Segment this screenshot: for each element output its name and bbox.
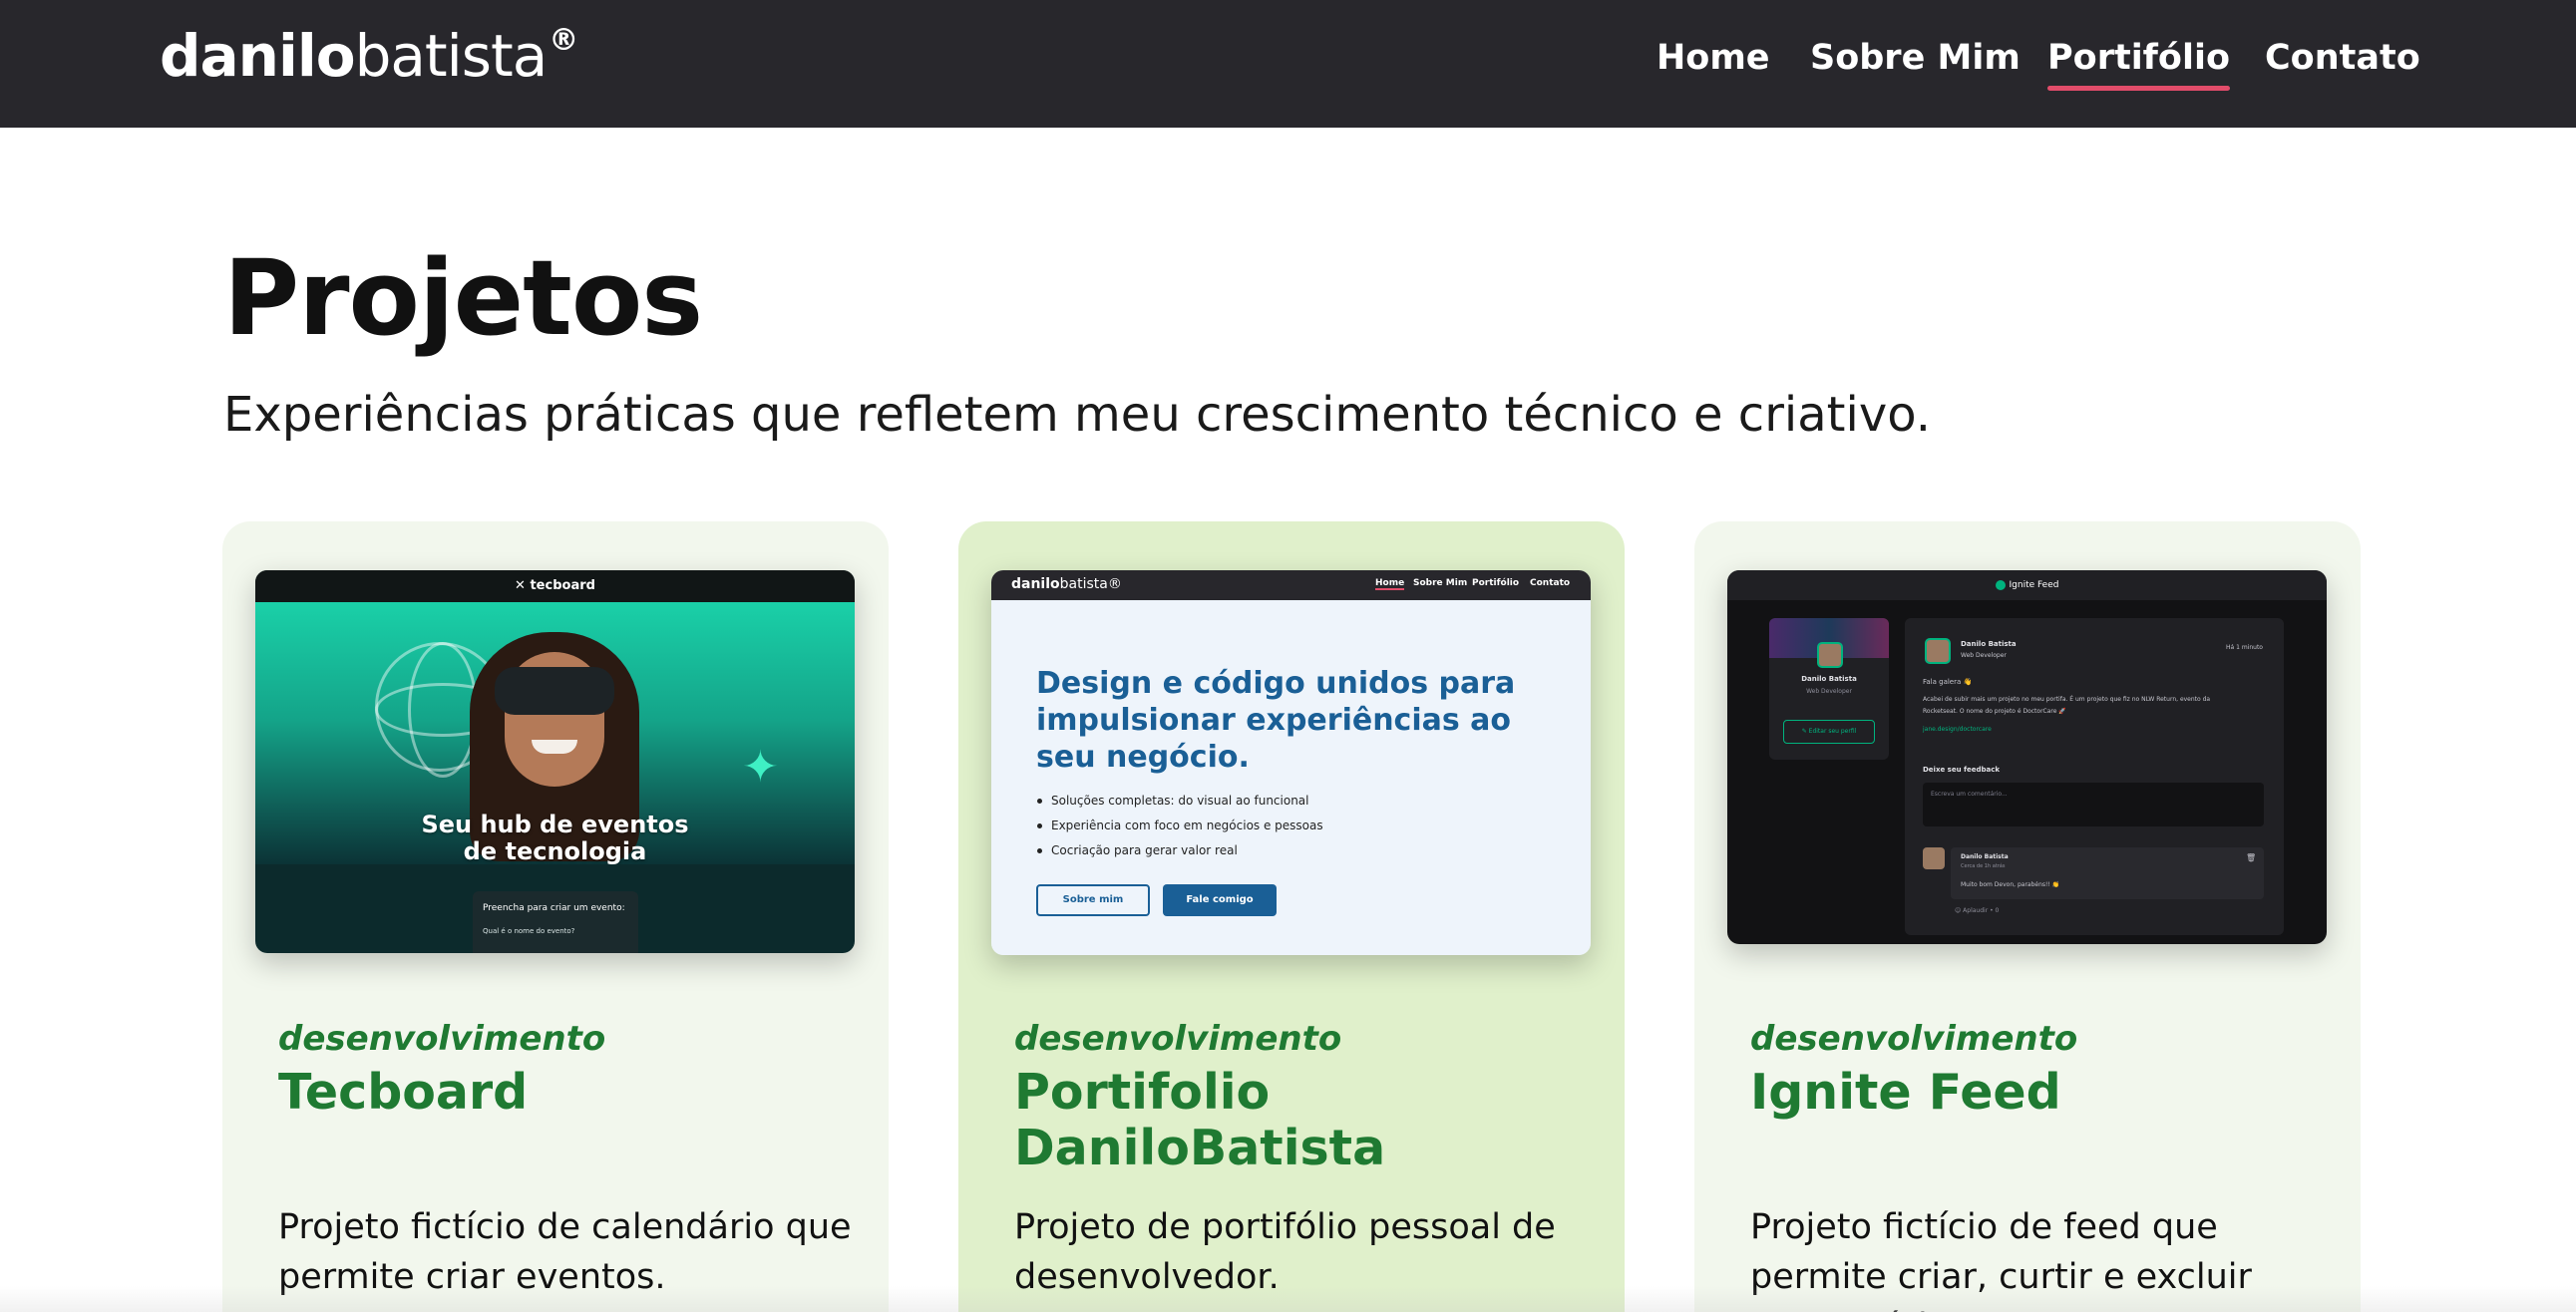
- ignite-feed-preview: Ignite Feed Danilo Batista Web Developer…: [1727, 570, 2327, 944]
- preview-nav-contato: Contato: [1530, 578, 1571, 588]
- portfolio-preview-bullet: Cocriação para gerar valor real: [1037, 843, 1238, 857]
- project-category: desenvolvimento: [278, 1019, 606, 1059]
- logo-last-name: batista: [354, 22, 549, 90]
- page-title: Projetos: [223, 237, 703, 359]
- tecboard-preview: ✕ tecboard ✦ Seu hub de eventos de tecno…: [255, 570, 855, 953]
- project-title[interactable]: Ignite Feed: [1750, 1065, 2329, 1121]
- portfolio-preview-headline: Design e código unidos para impulsionar …: [1036, 666, 1516, 775]
- registered-mark: ®: [549, 23, 578, 58]
- project-preview-image[interactable]: Ignite Feed Danilo Batista Web Developer…: [1727, 570, 2327, 944]
- edit-profile-button: ✎ Editar seu perfil: [1783, 720, 1875, 744]
- project-card-ignite-feed[interactable]: Ignite Feed Danilo Batista Web Developer…: [1694, 521, 2361, 1312]
- project-preview-image[interactable]: ✕ tecboard ✦ Seu hub de eventos de tecno…: [255, 570, 855, 953]
- portfolio-preview: danilobatista® Home Sobre Mim Portifólio…: [991, 570, 1591, 955]
- preview-nav-home: Home: [1375, 578, 1405, 590]
- ignite-profile-sidebar: Danilo Batista Web Developer ✎ Editar se…: [1769, 618, 1889, 760]
- avatar: [1923, 847, 1945, 869]
- avatar: [1925, 638, 1951, 664]
- portfolio-preview-about-button: Sobre mim: [1036, 884, 1150, 916]
- nav-link-sobre-mim[interactable]: Sobre Mim: [1810, 38, 2021, 78]
- site-logo[interactable]: danilobatista®: [160, 22, 578, 90]
- portfolio-preview-header: danilobatista® Home Sobre Mim Portifólio…: [991, 570, 1591, 600]
- portfolio-preview-bullet: Experiência com foco em negócios e pesso…: [1037, 819, 1323, 832]
- portfolio-preview-logo: danilobatista®: [1011, 576, 1122, 592]
- portfolio-preview-bullet: Soluções completas: do visual ao funcion…: [1037, 794, 1309, 808]
- tecboard-hero-text: Seu hub de eventos de tecnologia: [421, 811, 689, 865]
- page-subtitle: Experiências práticas que refletem meu c…: [223, 387, 1932, 443]
- nav-link-portifolio[interactable]: Portifólio: [2047, 38, 2230, 91]
- applaud-counter: ☺ Aplaudir • 0: [1955, 907, 2000, 914]
- avatar: [1817, 642, 1843, 668]
- tecboard-hero-image: ✦ Seu hub de eventos de tecnologia: [255, 602, 855, 864]
- ignite-logo-icon: [1995, 579, 2006, 590]
- comment-textarea: Escreva um comentário...: [1923, 783, 2264, 826]
- sparkle-icon: ✦: [742, 742, 779, 793]
- tecboard-brand: tecboard: [530, 578, 595, 593]
- scroll-fade-overlay: [0, 1286, 2576, 1312]
- project-title[interactable]: Tecboard: [278, 1065, 857, 1121]
- portfolio-preview-contact-button: Fale comigo: [1163, 884, 1277, 916]
- tecboard-preview-header: ✕ tecboard: [255, 570, 855, 602]
- logo-first-name: danilo: [160, 22, 356, 90]
- project-category: desenvolvimento: [1014, 1019, 1342, 1059]
- preview-nav-sobre-mim: Sobre Mim: [1413, 578, 1468, 588]
- nav-link-home[interactable]: Home: [1656, 38, 1770, 78]
- nav-link-contato[interactable]: Contato: [2265, 38, 2420, 78]
- project-title[interactable]: Portifolio DaniloBatista: [1014, 1065, 1593, 1176]
- project-preview-image[interactable]: danilobatista® Home Sobre Mim Portifólio…: [991, 570, 1591, 955]
- ignite-post: Danilo Batista Web Developer Há 1 minuto…: [1905, 618, 2284, 935]
- ignite-feed-preview-header: Ignite Feed: [1727, 570, 2327, 600]
- top-navigation-bar: danilobatista® Home Sobre Mim Portifólio…: [0, 0, 2576, 128]
- tecboard-event-form: Preencha para criar um evento: Qual é o …: [473, 891, 638, 953]
- trash-icon: 🗑: [2246, 853, 2257, 862]
- project-category: desenvolvimento: [1750, 1019, 2078, 1059]
- project-card-tecboard[interactable]: ✕ tecboard ✦ Seu hub de eventos de tecno…: [222, 521, 889, 1312]
- preview-nav-portifolio: Portifólio: [1472, 578, 1520, 588]
- project-card-portfolio[interactable]: danilobatista® Home Sobre Mim Portifólio…: [958, 521, 1625, 1312]
- comment-box: Danilo Batista Cerca de 1h atrás Muito b…: [1951, 847, 2264, 899]
